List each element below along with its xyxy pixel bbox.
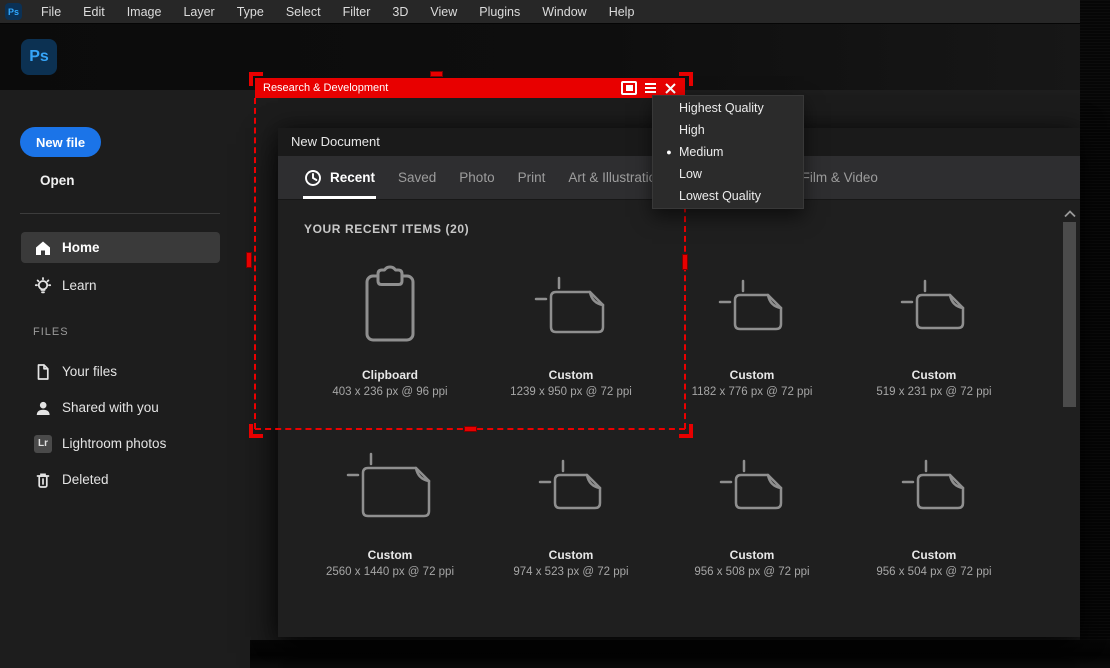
- menu-item-low[interactable]: Low: [653, 163, 803, 185]
- lightroom-icon: Lr: [34, 435, 52, 453]
- recent-item[interactable]: Custom 519 x 231 px @ 72 ppi: [844, 258, 1024, 398]
- photoshop-window: Ps File Edit Image Layer Type Select Fil…: [0, 0, 1110, 668]
- capture-corner-handle[interactable]: [679, 424, 693, 438]
- sidebar-item-deleted[interactable]: Deleted: [21, 464, 220, 495]
- capture-edge-handle[interactable]: [246, 252, 252, 268]
- recent-item[interactable]: Custom 1239 x 950 px @ 72 ppi: [481, 258, 661, 398]
- person-icon: [34, 399, 52, 417]
- menu-plugins[interactable]: Plugins: [468, 0, 531, 24]
- menu-select[interactable]: Select: [275, 0, 332, 24]
- sidebar-item-label: Shared with you: [62, 400, 159, 415]
- menu-help[interactable]: Help: [598, 0, 646, 24]
- close-icon[interactable]: [664, 82, 677, 95]
- ps-app-icon: Ps: [5, 3, 22, 20]
- menu-window[interactable]: Window: [531, 0, 597, 24]
- menu-icon[interactable]: [645, 83, 656, 93]
- quality-dropdown-menu: Highest Quality High ● Medium Low Lowest…: [652, 95, 804, 209]
- sidebar-item-label: Learn: [62, 278, 97, 293]
- recent-item[interactable]: Custom 1182 x 776 px @ 72 ppi: [662, 258, 842, 398]
- display-select-icon[interactable]: [621, 81, 637, 95]
- ps-logo: Ps: [21, 39, 57, 75]
- sidebar-divider: [20, 213, 220, 214]
- custom-doc-icon: [844, 258, 1024, 358]
- recent-item[interactable]: Custom 956 x 504 px @ 72 ppi: [844, 438, 1024, 578]
- menu-item-high[interactable]: High: [653, 119, 803, 141]
- capture-corner-handle[interactable]: [679, 72, 693, 86]
- capture-region-left-border: [254, 98, 256, 429]
- sidebar-item-label: Lightroom photos: [62, 436, 166, 451]
- menu-file[interactable]: File: [30, 0, 72, 24]
- dialog-drop-shadow: [250, 640, 1110, 668]
- sidebar-item-lightroom[interactable]: Lr Lightroom photos: [21, 428, 220, 459]
- sidebar-item-home[interactable]: Home: [21, 232, 220, 263]
- menu-3d[interactable]: 3D: [381, 0, 419, 24]
- tab-film-video[interactable]: Film & Video: [802, 170, 878, 185]
- menu-layer[interactable]: Layer: [172, 0, 225, 24]
- recent-item[interactable]: Custom 974 x 523 px @ 72 ppi: [481, 438, 661, 578]
- tab-art-illustration[interactable]: Art & Illustration: [568, 170, 663, 185]
- menu-type[interactable]: Type: [226, 0, 275, 24]
- recent-item[interactable]: Custom 956 x 508 px @ 72 ppi: [662, 438, 842, 578]
- desktop-texture: [1080, 0, 1110, 668]
- sidebar-item-learn[interactable]: Learn: [21, 270, 220, 301]
- custom-doc-icon: [662, 438, 842, 538]
- sidebar-item-shared[interactable]: Shared with you: [21, 392, 220, 423]
- clock-icon: [304, 169, 322, 187]
- capture-edge-handle[interactable]: [464, 426, 477, 432]
- sidebar-item-your-files[interactable]: Your files: [21, 356, 220, 387]
- tab-saved[interactable]: Saved: [398, 170, 436, 185]
- sidebar-item-label: Deleted: [62, 472, 109, 487]
- recent-items-header: YOUR RECENT ITEMS (20): [304, 222, 469, 236]
- sidebar-item-label: Home: [62, 240, 100, 255]
- open-button[interactable]: Open: [40, 173, 75, 188]
- menu-item-highest-quality[interactable]: Highest Quality: [653, 97, 803, 119]
- home-icon: [34, 239, 52, 257]
- capture-corner-handle[interactable]: [249, 72, 263, 86]
- tab-photo[interactable]: Photo: [459, 170, 494, 185]
- menu-edit[interactable]: Edit: [72, 0, 116, 24]
- custom-doc-icon: [481, 258, 661, 358]
- custom-doc-icon: [844, 438, 1024, 538]
- selected-bullet: ●: [662, 141, 676, 163]
- custom-doc-icon: [662, 258, 842, 358]
- capture-window-title: Research & Development: [263, 82, 621, 94]
- tab-print[interactable]: Print: [518, 170, 546, 185]
- custom-doc-icon: [300, 438, 480, 538]
- clipboard-doc-icon: [300, 258, 480, 358]
- sidebar-item-label: Your files: [62, 364, 117, 379]
- recent-item-clipboard[interactable]: Clipboard 403 x 236 px @ 96 ppi: [300, 258, 480, 398]
- capture-window-titlebar[interactable]: Research & Development: [255, 78, 685, 98]
- custom-doc-icon: [481, 438, 661, 538]
- capture-edge-handle[interactable]: [430, 71, 443, 77]
- menu-view[interactable]: View: [419, 0, 468, 24]
- recent-item[interactable]: Custom 2560 x 1440 px @ 72 ppi: [300, 438, 480, 578]
- tab-recent[interactable]: Recent: [304, 169, 375, 187]
- new-file-button[interactable]: New file: [20, 127, 101, 157]
- document-icon: [34, 363, 52, 381]
- capture-edge-handle[interactable]: [682, 254, 688, 270]
- files-section-header: FILES: [33, 326, 69, 338]
- capture-corner-handle[interactable]: [249, 424, 263, 438]
- menu-bar: Ps File Edit Image Layer Type Select Fil…: [0, 0, 1080, 24]
- lightbulb-icon: [34, 277, 52, 295]
- scrollbar-thumb[interactable]: [1063, 222, 1076, 407]
- menu-filter[interactable]: Filter: [332, 0, 382, 24]
- trash-icon: [34, 471, 52, 489]
- menu-item-medium[interactable]: ● Medium: [653, 141, 803, 163]
- menu-item-lowest-quality[interactable]: Lowest Quality: [653, 185, 803, 207]
- menu-image[interactable]: Image: [116, 0, 173, 24]
